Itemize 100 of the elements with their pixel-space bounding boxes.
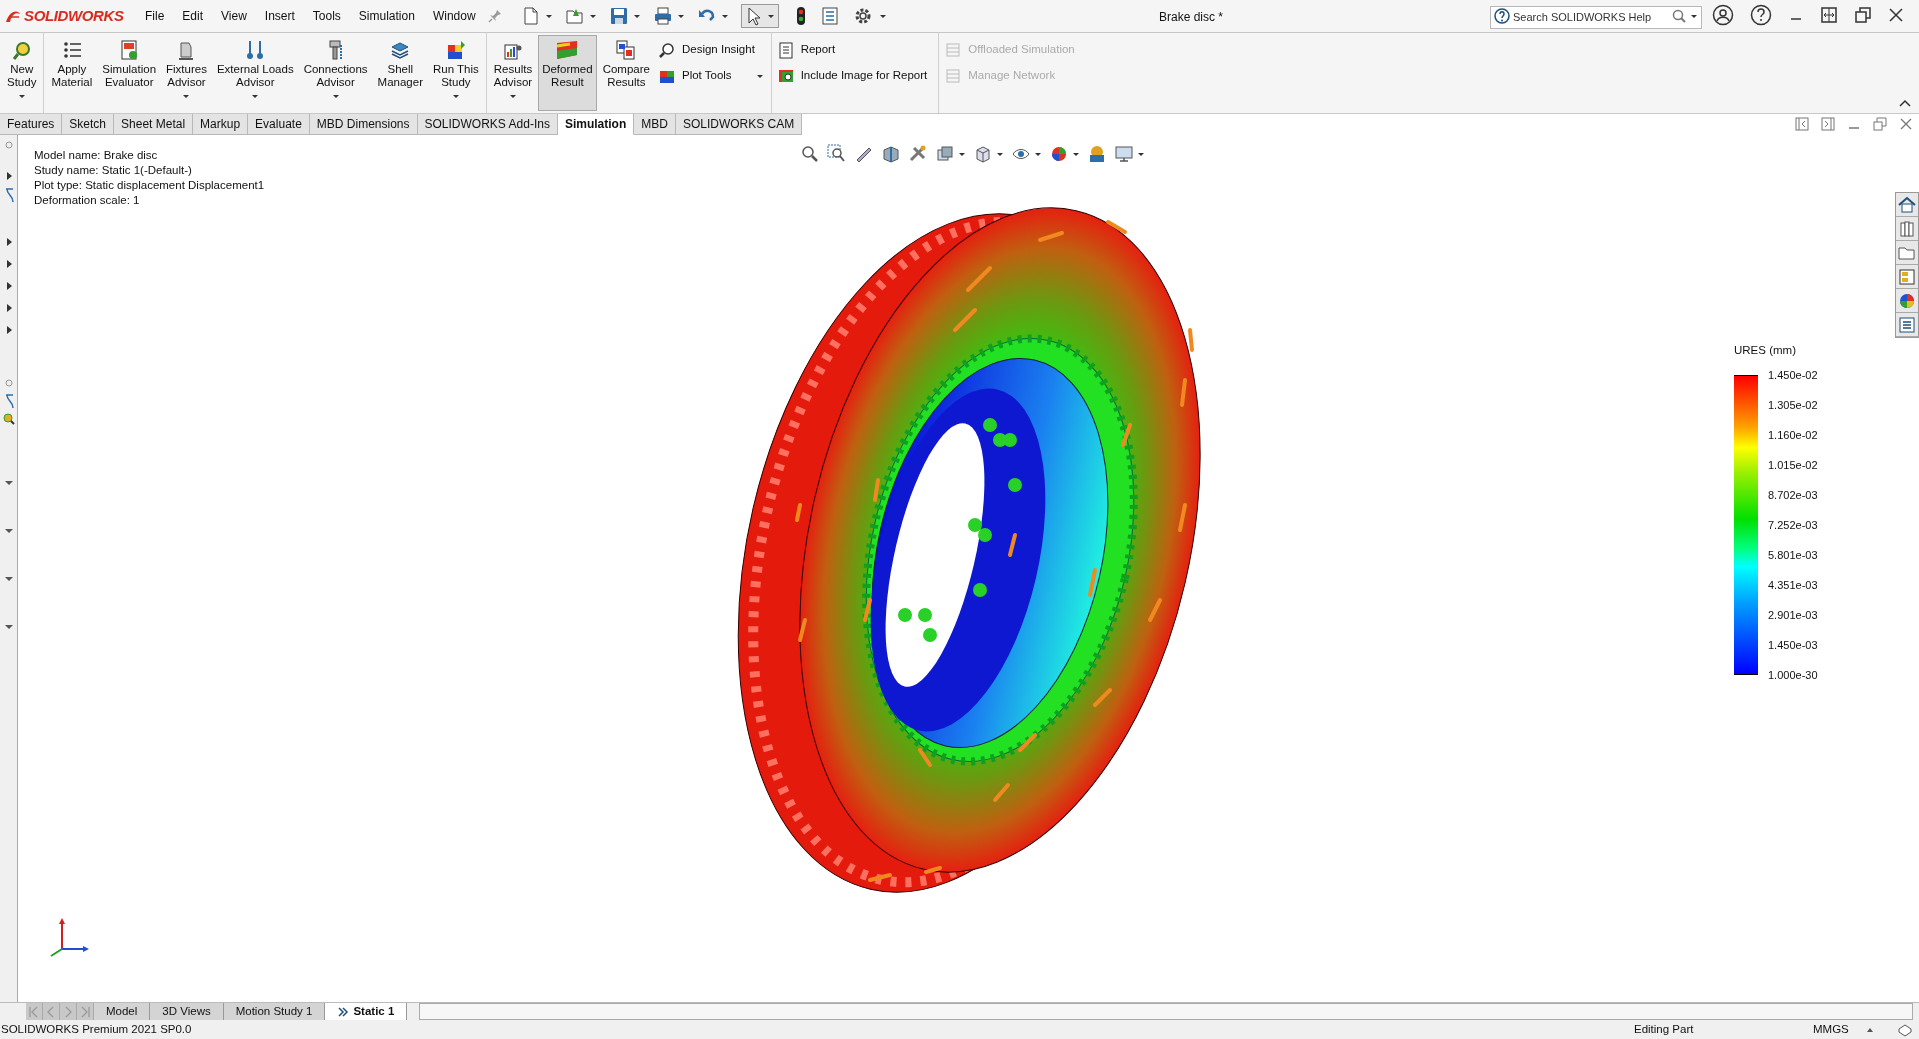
tree-part-icon[interactable] <box>3 185 14 203</box>
bottom-tab[interactable]: Model <box>94 1003 151 1020</box>
collapse-arrow-icon[interactable] <box>3 575 14 583</box>
caret-icon[interactable] <box>766 13 775 19</box>
command-tab[interactable]: Sketch <box>62 114 115 135</box>
ribbon-button[interactable]: Deformed Result <box>538 35 597 111</box>
ribbon-button[interactable]: Compare Results <box>598 35 654 111</box>
ribbon-button[interactable]: New Study <box>3 35 41 111</box>
ribbon-button[interactable]: Include Image for Report <box>776 65 936 87</box>
caret-icon[interactable] <box>17 93 26 99</box>
ribbon-button[interactable]: External Loads Advisor <box>212 35 298 111</box>
search-icon[interactable] <box>1672 9 1686 23</box>
zoom-area-icon[interactable] <box>827 144 847 164</box>
tree-part-icon[interactable] <box>3 391 14 409</box>
command-tab[interactable]: MBD Dimensions <box>309 114 418 135</box>
book-stack-icon[interactable] <box>1897 218 1917 239</box>
expand-arrow-icon[interactable] <box>4 303 13 313</box>
ribbon-button[interactable]: Results Advisor <box>489 35 537 111</box>
restore-icon[interactable] <box>1854 6 1872 24</box>
caret-icon[interactable] <box>720 13 729 19</box>
ribbon-button[interactable]: Run This Study <box>429 35 483 111</box>
expand-arrow-icon[interactable] <box>4 259 13 269</box>
bottom-tab[interactable]: Motion Study 1 <box>223 1003 326 1020</box>
close-icon[interactable] <box>1888 7 1904 23</box>
menu-item[interactable]: Insert <box>255 4 304 28</box>
scene-icon[interactable] <box>1087 144 1107 164</box>
command-tab[interactable]: Evaluate <box>248 114 310 135</box>
caret-icon[interactable] <box>676 13 685 19</box>
collapse-arrow-icon[interactable] <box>3 479 14 487</box>
bottom-tab[interactable]: 3D Views <box>150 1003 224 1020</box>
ribbon-button[interactable]: Apply Material <box>47 35 97 111</box>
color-sphere-icon[interactable] <box>1049 144 1069 164</box>
units-button[interactable]: MMGS <box>1813 1020 1849 1039</box>
collapse-icon[interactable] <box>1899 99 1911 107</box>
menu-item[interactable]: Tools <box>303 4 350 28</box>
user-icon[interactable] <box>1712 4 1734 26</box>
caret-icon[interactable] <box>1072 151 1080 157</box>
view-cube-icon[interactable] <box>973 144 993 164</box>
ribbon-button[interactable]: Connections Advisor <box>299 35 372 111</box>
menu-item[interactable]: Simulation <box>349 4 424 28</box>
command-tab[interactable]: Features <box>0 114 63 135</box>
menu-item[interactable]: File <box>136 4 174 28</box>
menu-item[interactable]: Edit <box>173 4 213 28</box>
palette-board-icon[interactable] <box>1897 266 1917 287</box>
caret-icon[interactable] <box>632 13 641 19</box>
list-icon[interactable] <box>820 6 839 26</box>
tools-icon[interactable] <box>908 144 928 164</box>
print-icon[interactable] <box>652 6 673 26</box>
panel-left-icon[interactable] <box>1795 117 1809 131</box>
caret-icon[interactable] <box>996 151 1004 157</box>
document-title: Brake disc * <box>1159 9 1224 26</box>
cube-stack-icon[interactable] <box>935 144 955 164</box>
pin-icon[interactable] <box>486 8 503 24</box>
expand-arrow-icon[interactable] <box>4 237 13 247</box>
section-view-icon[interactable] <box>881 144 901 164</box>
zoom-icon[interactable] <box>800 144 820 164</box>
monitor-icon[interactable] <box>1114 144 1134 164</box>
caret-icon[interactable] <box>451 93 460 99</box>
properties-list-icon[interactable] <box>1897 314 1917 335</box>
caret-icon[interactable] <box>182 93 191 99</box>
ribbon-button[interactable]: Shell Manager <box>373 35 427 111</box>
scroll-bar[interactable] <box>419 1003 1913 1020</box>
expand-arrow-icon[interactable] <box>4 325 13 335</box>
collapse-arrow-icon[interactable] <box>3 623 14 631</box>
caret-icon[interactable] <box>1690 13 1698 19</box>
caret-icon[interactable] <box>1034 151 1042 157</box>
help-icon[interactable] <box>1750 4 1772 26</box>
ribbon-button[interactable]: Plot Tools <box>657 65 768 87</box>
command-tab[interactable]: SOLIDWORKS CAM <box>675 114 803 135</box>
caret-icon[interactable] <box>755 73 764 79</box>
panel-right-icon[interactable] <box>1821 117 1835 131</box>
ribbon-button[interactable]: Report <box>776 39 936 61</box>
caret-icon[interactable] <box>878 13 887 19</box>
tile-windows-icon[interactable] <box>1820 6 1838 24</box>
caret-up-icon[interactable] <box>1866 1026 1874 1033</box>
save-icon[interactable] <box>608 6 629 26</box>
expand-arrow-icon[interactable] <box>4 171 13 181</box>
ribbon-button[interactable]: Design Insight <box>657 39 768 61</box>
caret-icon[interactable] <box>508 93 517 99</box>
caret-icon[interactable] <box>1137 151 1145 157</box>
ribbon-button[interactable]: Fixtures Advisor <box>162 35 211 111</box>
caret-icon[interactable] <box>251 93 260 99</box>
caret-icon[interactable] <box>588 13 597 19</box>
command-tab[interactable]: SOLIDWORKS Add-Ins <box>417 114 558 135</box>
caret-icon[interactable] <box>331 93 340 99</box>
menu-item[interactable]: View <box>212 4 256 28</box>
command-tab[interactable]: MBD <box>634 114 676 135</box>
magnifier-icon[interactable] <box>2 413 15 425</box>
caret-icon[interactable] <box>958 151 966 157</box>
command-tab[interactable]: Sheet Metal <box>114 114 194 135</box>
ribbon-button[interactable]: Simulation Evaluator <box>98 35 161 111</box>
home-icon[interactable] <box>1897 194 1917 215</box>
command-tab[interactable]: Markup <box>193 114 249 135</box>
search-field[interactable]: Search SOLIDWORKS Help <box>1490 5 1702 29</box>
menu-item[interactable]: Window <box>423 4 485 28</box>
collapse-arrow-icon[interactable] <box>3 527 14 535</box>
expand-arrow-icon[interactable] <box>4 281 13 291</box>
caret-icon[interactable] <box>544 13 553 19</box>
bottom-tab[interactable]: Static 1 <box>325 1003 408 1020</box>
traffic-light-icon[interactable] <box>794 6 807 26</box>
